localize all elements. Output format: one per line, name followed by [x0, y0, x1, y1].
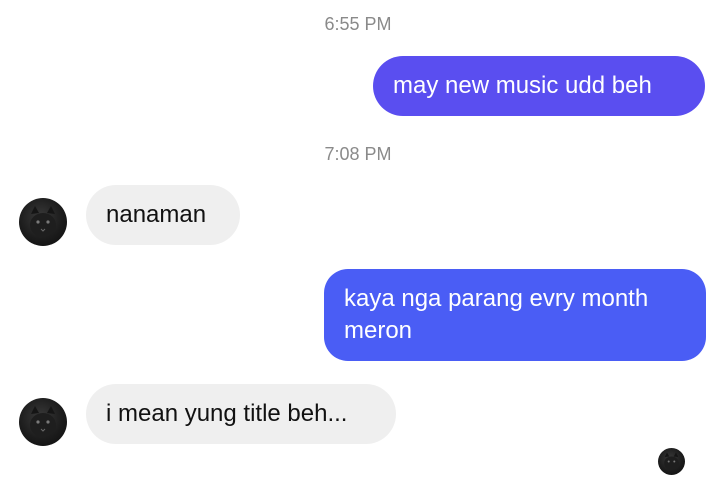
- timestamp: 6:55 PM: [324, 14, 392, 34]
- message-text: kaya nga parang evry month meron: [344, 285, 649, 344]
- message-bubble-incoming[interactable]: i mean yung title beh...: [86, 384, 396, 444]
- message-bubble-outgoing[interactable]: kaya nga parang evry month meron: [324, 269, 706, 361]
- message-text: i mean yung title beh...: [106, 400, 348, 427]
- cat-avatar-icon[interactable]: [19, 398, 67, 446]
- message-bubble-outgoing[interactable]: may new music udd beh: [373, 56, 705, 116]
- timestamp: 7:08 PM: [324, 144, 392, 164]
- seen-avatar-icon: [658, 448, 685, 475]
- message-text: may new music udd beh: [393, 72, 652, 99]
- message-bubble-incoming[interactable]: nanaman: [86, 185, 240, 245]
- message-text: nanaman: [106, 201, 207, 228]
- cat-avatar-icon[interactable]: [19, 198, 67, 246]
